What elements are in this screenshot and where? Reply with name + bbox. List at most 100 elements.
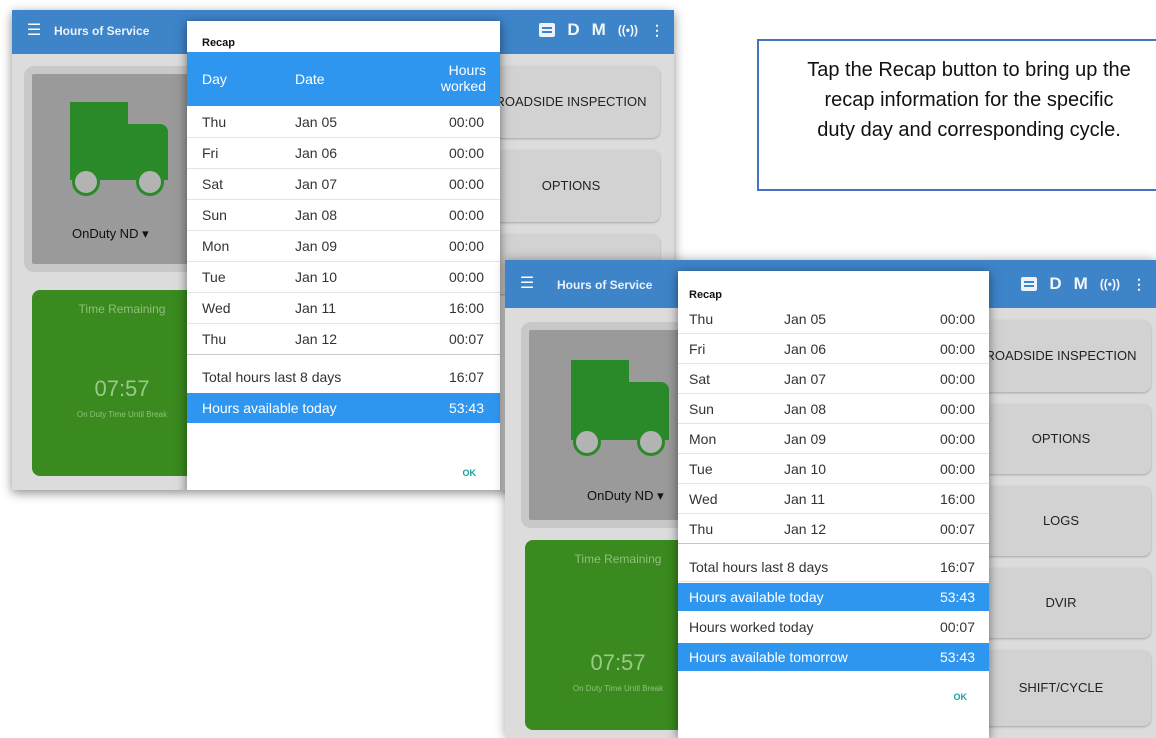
available-today-row: Hours available today 53:43 <box>187 393 500 423</box>
total-hours-row: Total hours last 8 days 16:07 <box>187 361 500 391</box>
m-status-icon[interactable]: M <box>1074 274 1088 294</box>
date-cell: Jan 11 <box>295 300 336 316</box>
truck-icon <box>571 360 629 440</box>
options-button[interactable]: OPTIONS <box>482 150 660 222</box>
roadside-inspection-button[interactable]: ROADSIDE INSPECTION <box>971 320 1151 392</box>
worked-today-row: Hours worked today 00:07 <box>678 613 989 641</box>
message-icon[interactable] <box>1021 277 1038 291</box>
shift-cycle-button[interactable]: SHIFT/CYCLE <box>971 650 1151 726</box>
options-label: OPTIONS <box>541 178 601 193</box>
message-icon[interactable] <box>539 23 556 37</box>
hamburger-menu-icon[interactable]: ☰ <box>24 21 44 41</box>
hours-cell: 00:00 <box>448 269 484 285</box>
total-hours-label: Total hours last 8 days <box>202 369 342 385</box>
callout-text: Tap the Recap button to bring up the rec… <box>807 59 1131 141</box>
total-hours-label: Total hours last 8 days <box>689 559 829 575</box>
duty-status-label[interactable]: OnDuty ND ▾ <box>72 226 149 242</box>
eld-signal-icon[interactable]: ((•)) <box>1100 277 1120 291</box>
hours-cell: 00:07 <box>939 521 975 537</box>
d-status-icon[interactable]: D <box>1049 274 1061 294</box>
table-row: Thu Jan 12 00:07 <box>678 513 989 544</box>
hours-cell: 00:00 <box>448 238 484 254</box>
day-cell: Thu <box>689 521 714 537</box>
total-hours-value: 16:07 <box>939 559 975 575</box>
hours-cell: 00:00 <box>939 461 975 477</box>
hours-cell: 00:00 <box>448 114 484 130</box>
options-button[interactable]: OPTIONS <box>971 404 1151 474</box>
available-today-value: 53:43 <box>939 589 975 605</box>
hours-column-header-line1: Hours <box>448 62 486 78</box>
table-row: Sun Jan 08 00:00 <box>678 393 989 424</box>
app-title: Hours of Service <box>54 24 150 38</box>
ok-button[interactable]: OK <box>954 692 968 702</box>
app-title: Hours of Service <box>557 278 653 292</box>
date-cell: Jan 06 <box>784 341 827 357</box>
date-cell: Jan 05 <box>784 311 827 327</box>
roadside-inspection-button[interactable]: ROADSIDE INSPECTION <box>482 66 660 138</box>
date-cell: Jan 05 <box>295 114 338 130</box>
hamburger-menu-icon[interactable]: ☰ <box>517 274 537 294</box>
table-row: Sat Jan 07 00:00 <box>678 363 989 394</box>
hours-cell: 00:00 <box>448 145 484 161</box>
date-cell: Jan 10 <box>295 269 338 285</box>
table-row: Sun Jan 08 00:00 <box>187 199 500 231</box>
day-cell: Tue <box>202 269 226 285</box>
day-cell: Thu <box>689 311 714 327</box>
worked-today-value: 00:07 <box>939 619 975 635</box>
recap-table-header: Day Date Hours worked <box>187 52 500 106</box>
day-cell: Mon <box>202 238 230 254</box>
hours-cell: 00:00 <box>939 311 975 327</box>
hours-cell: 16:00 <box>939 491 975 507</box>
truck-wheel-front <box>72 168 100 196</box>
day-cell: Sun <box>202 207 227 223</box>
duty-status-label[interactable]: OnDuty ND ▾ <box>587 488 664 504</box>
available-today-row: Hours available today 53:43 <box>678 583 989 611</box>
dvir-button[interactable]: DVIR <box>971 568 1151 638</box>
eld-signal-icon[interactable]: ((•)) <box>618 23 638 37</box>
hours-cell: 16:00 <box>448 300 484 316</box>
table-row: Fri Jan 06 00:00 <box>187 137 500 169</box>
duty-status-card[interactable]: OnDuty ND ▾ <box>24 66 214 272</box>
overflow-menu-icon[interactable]: ⋮ <box>650 22 664 39</box>
table-row: Wed Jan 11 16:00 <box>187 292 500 324</box>
hours-cell: 00:00 <box>939 341 975 357</box>
hours-column-header-line2: worked <box>440 78 486 94</box>
table-row: Wed Jan 11 16:00 <box>678 483 989 514</box>
ok-button[interactable]: OK <box>463 468 477 478</box>
overflow-menu-icon[interactable]: ⋮ <box>1132 276 1146 293</box>
day-cell: Thu <box>202 331 227 347</box>
available-today-label: Hours available today <box>689 589 824 605</box>
options-label: OPTIONS <box>1031 431 1091 446</box>
available-today-label: Hours available today <box>202 400 337 416</box>
date-column-header: Date <box>295 71 325 87</box>
dvir-label: DVIR <box>1045 595 1077 610</box>
day-cell: Wed <box>202 300 231 316</box>
day-cell: Thu <box>202 114 227 130</box>
m-status-icon[interactable]: M <box>592 20 606 40</box>
table-row: Sat Jan 07 00:00 <box>187 168 500 200</box>
recap-dialog-title: Recap <box>689 289 723 301</box>
time-remaining-clock: 07:57 <box>94 376 150 401</box>
worked-today-label: Hours worked today <box>689 619 814 635</box>
logs-button[interactable]: LOGS <box>971 486 1151 556</box>
time-remaining-subtitle: On Duty Time Until Break <box>76 410 168 419</box>
available-tomorrow-label: Hours available tomorrow <box>689 649 848 665</box>
day-cell: Wed <box>689 491 718 507</box>
table-row: Thu Jan 12 00:07 <box>187 323 500 355</box>
table-row: Mon Jan 09 00:00 <box>678 423 989 454</box>
truck-icon <box>70 102 128 180</box>
total-hours-value: 16:07 <box>448 369 484 385</box>
date-cell: Jan 07 <box>295 176 338 192</box>
d-status-icon[interactable]: D <box>567 20 579 40</box>
hours-cell: 00:00 <box>939 401 975 417</box>
table-row: Thu Jan 05 00:00 <box>187 106 500 138</box>
date-cell: Jan 12 <box>295 331 338 347</box>
day-cell: Fri <box>689 341 706 357</box>
truck-wheel-front <box>573 428 601 456</box>
day-column-header: Day <box>202 71 227 87</box>
hours-cell: 00:07 <box>448 331 484 347</box>
available-today-value: 53:43 <box>448 400 484 416</box>
day-cell: Sun <box>689 401 714 417</box>
duty-status-text: OnDuty ND <box>587 488 654 503</box>
status-icons: D M ((•)) ⋮ <box>539 20 664 40</box>
